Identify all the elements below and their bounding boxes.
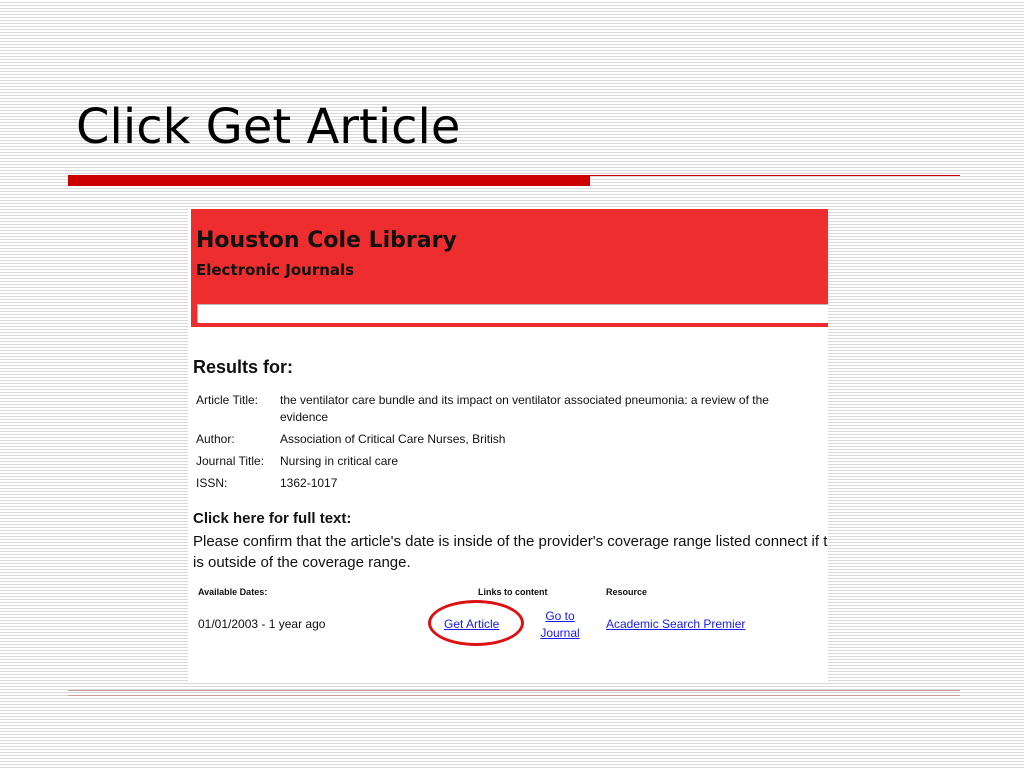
highlight-circle: [428, 600, 524, 646]
library-subtitle: Electronic Journals: [196, 261, 355, 279]
available-dates-value: 01/01/2003 - 1 year ago: [198, 617, 326, 631]
library-screenshot: Houston Cole Library Electronic Journals…: [188, 209, 828, 682]
title-accent-bar: [68, 175, 590, 186]
results-heading: Results for:: [193, 357, 294, 377]
column-header-resource: Resource: [606, 587, 648, 597]
author-label: Author:: [196, 432, 235, 446]
go-to-journal-link[interactable]: Go to Journal: [535, 608, 585, 642]
cutoff-text: [193, 671, 196, 682]
library-name: Houston Cole Library: [196, 228, 457, 253]
article-title-label: Article Title:: [196, 393, 259, 407]
column-header-dates: Available Dates:: [198, 587, 268, 597]
title-accent-line: [590, 175, 960, 176]
coverage-notice: Please confirm that the article's date i…: [193, 533, 828, 571]
issn-value: 1362-1017: [280, 476, 338, 490]
journal-title-label: Journal Title:: [196, 454, 265, 468]
search-bar: [191, 301, 828, 327]
journal-title-value: Nursing in critical care: [280, 454, 399, 468]
search-input[interactable]: [197, 304, 828, 323]
author-value: Association of Critical Care Nurses, Bri…: [280, 432, 506, 446]
article-title-value: the ventilator care bundle and its impac…: [280, 393, 769, 424]
slide-title: Click Get Article: [76, 99, 461, 155]
library-header: Houston Cole Library Electronic Journals: [191, 209, 828, 301]
full-text-heading: Click here for full text:: [193, 510, 352, 527]
footer-rule: [68, 690, 960, 696]
issn-label: ISSN:: [196, 476, 228, 490]
resource-link[interactable]: Academic Search Premier: [606, 617, 745, 631]
column-header-links: Links to content: [478, 587, 548, 597]
